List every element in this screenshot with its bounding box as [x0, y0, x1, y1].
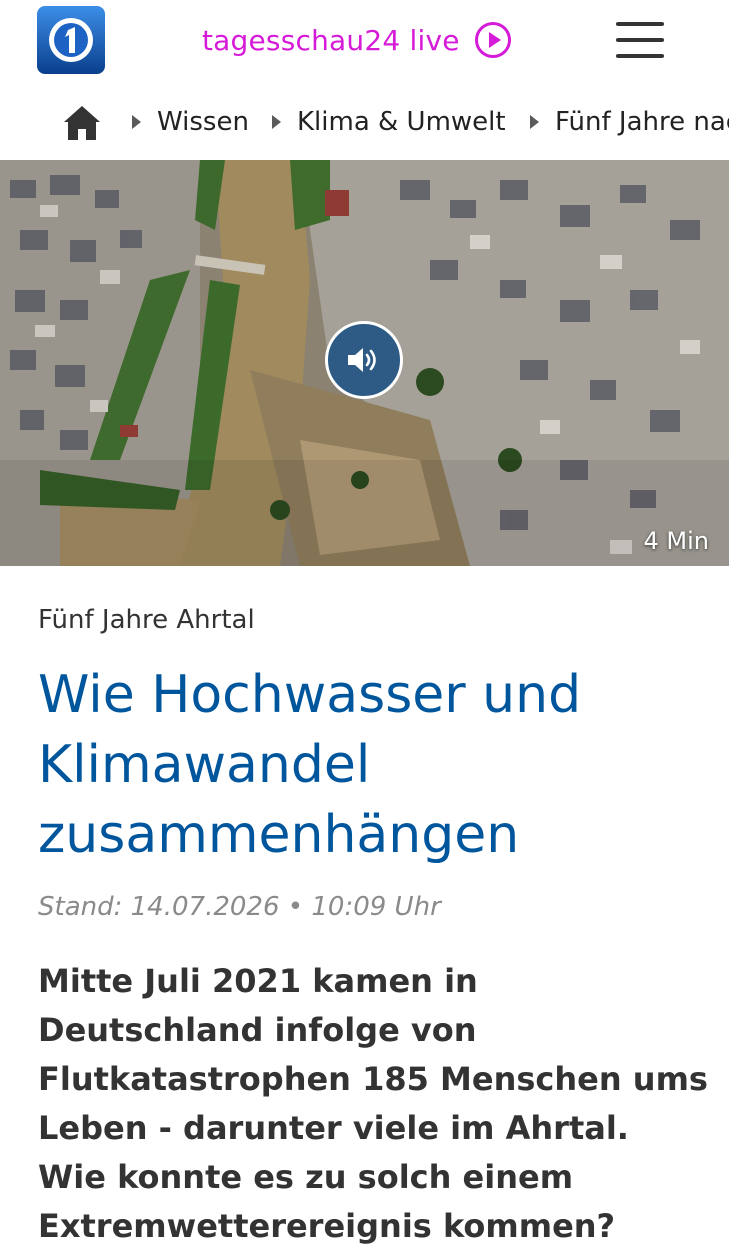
home-icon[interactable] [62, 103, 102, 143]
breadcrumb-item-wissen[interactable]: Wissen [132, 107, 249, 137]
live-stream-link[interactable]: tagesschau24 live [202, 20, 512, 60]
play-circle-icon [474, 22, 511, 58]
chevron-right-icon [272, 115, 281, 129]
breadcrumb-label: Wissen [157, 107, 249, 137]
article-lead: Mitte Juli 2021 kamen in Deutschland inf… [38, 962, 708, 1245]
breadcrumb-item-current[interactable]: Fünf Jahre nac [530, 107, 729, 137]
breadcrumb-item-klima-umwelt[interactable]: Klima & Umwelt [272, 107, 506, 137]
site-header: tagesschau24 live [0, 0, 729, 80]
hamburger-menu-icon[interactable] [616, 22, 664, 58]
live-label: tagesschau24 live [202, 23, 460, 57]
article-meta: Stand: 14.07.2026 • 10:09 Uhr [38, 892, 441, 922]
duration-label: 4 Min [643, 527, 709, 555]
breadcrumb-label: Klima & Umwelt [297, 107, 506, 137]
hero-media[interactable]: 4 Min [0, 160, 729, 566]
audio-play-button[interactable] [325, 321, 403, 399]
chevron-right-icon [530, 115, 539, 129]
tagesschau-logo-icon[interactable] [37, 6, 105, 74]
breadcrumb-label: Fünf Jahre nac [555, 107, 729, 137]
article-title: Wie Hochwasser und Klimawandel zusammenh… [38, 665, 582, 865]
speaker-icon [348, 348, 376, 372]
chevron-right-icon [132, 115, 141, 129]
breadcrumb: Wissen Klima & Umwelt Fünf Jahre nac [0, 80, 729, 160]
article-kicker: Fünf Jahre Ahrtal [38, 605, 255, 635]
